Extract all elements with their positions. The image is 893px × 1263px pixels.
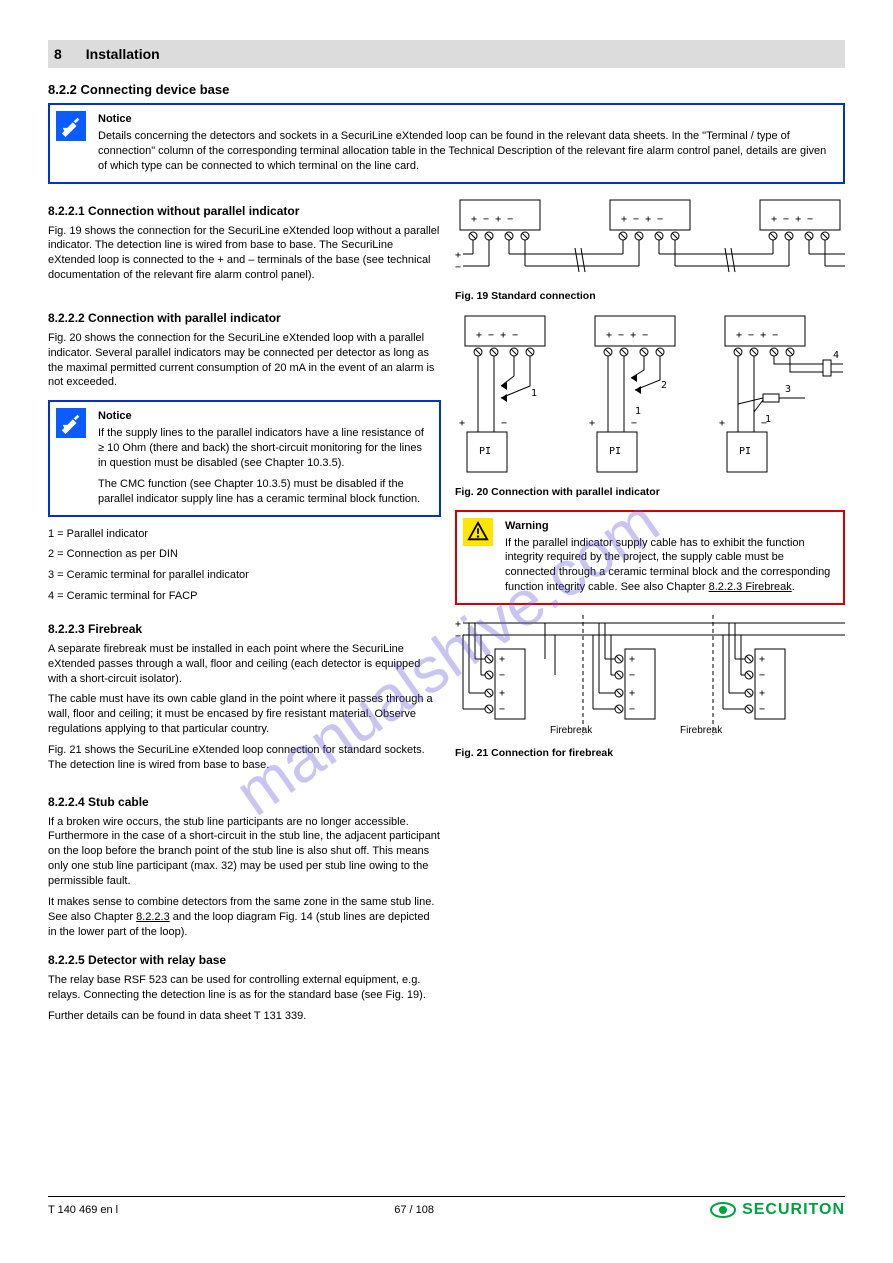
svg-text:1: 1 bbox=[765, 414, 771, 425]
heading-8-2-2-2: 8.2.2.2 Connection with parallel indicat… bbox=[48, 311, 441, 325]
header-section-number: 8 bbox=[54, 46, 62, 62]
svg-text:−: − bbox=[455, 631, 461, 642]
parallel-notice-body-2: The CMC function (see Chapter 10.3.5) mu… bbox=[98, 477, 431, 507]
left-column: 8.2.2.1 Connection without parallel indi… bbox=[48, 198, 441, 1030]
fig20-legend-1: 1 = Parallel indicator bbox=[48, 527, 441, 542]
svg-text:+: + bbox=[719, 418, 725, 429]
footer-left: T 140 469 en l bbox=[48, 1204, 118, 1216]
heading-8-2-2-4: 8.2.2.4 Stub cable bbox=[48, 795, 441, 809]
stub-link[interactable]: 8.2.2.3 bbox=[136, 911, 170, 923]
svg-text:+ − + −: + − + − bbox=[476, 330, 518, 341]
fig20-legend-2: 2 = Connection as per DIN bbox=[48, 547, 441, 562]
svg-text:PI: PI bbox=[479, 446, 491, 457]
header-section-title: Installation bbox=[86, 46, 160, 62]
subsection-heading-8-2-2: 8.2.2 Connecting device base bbox=[48, 82, 845, 97]
footer-logo: SECURITON bbox=[710, 1201, 845, 1219]
warning-body: If the parallel indicator supply cable h… bbox=[505, 536, 835, 595]
eye-icon bbox=[710, 1202, 736, 1218]
svg-text:+: + bbox=[459, 418, 465, 429]
svg-text:+: + bbox=[589, 418, 595, 429]
svg-text:+: + bbox=[455, 250, 461, 261]
notice-icon bbox=[56, 408, 86, 438]
parallel-notice-title: Notice bbox=[98, 410, 431, 422]
svg-text:+: + bbox=[629, 688, 635, 699]
top-notice-title: Notice bbox=[98, 113, 835, 125]
footer-brand: SECURITON bbox=[742, 1201, 845, 1219]
fig21-caption: Fig. 21 Connection for firebreak bbox=[455, 747, 845, 759]
svg-text:1: 1 bbox=[531, 388, 537, 399]
fig19-caption: Fig. 19 Standard connection bbox=[455, 290, 845, 302]
svg-text:3: 3 bbox=[785, 384, 791, 395]
para-conn: Fig. 19 shows the connection for the Sec… bbox=[48, 224, 441, 283]
svg-text:+: + bbox=[499, 654, 505, 665]
svg-text:+ − + −: + − + − bbox=[471, 214, 513, 225]
svg-text:−: − bbox=[759, 670, 765, 681]
para-firebreak-1: A separate firebreak must be installed i… bbox=[48, 642, 441, 687]
para-stub-1: If a broken wire occurs, the stub line p… bbox=[48, 815, 441, 889]
warning-title: Warning bbox=[505, 520, 835, 532]
svg-text:+: + bbox=[455, 619, 461, 630]
svg-text:+: + bbox=[499, 688, 505, 699]
heading-8-2-2-1: 8.2.2.1 Connection without parallel indi… bbox=[48, 204, 441, 218]
para-relay-2: Further details can be found in data she… bbox=[48, 1009, 441, 1024]
parallel-notice-body-1: If the supply lines to the parallel indi… bbox=[98, 426, 431, 471]
para-stub-2: It makes sense to combine detectors from… bbox=[48, 895, 441, 940]
heading-8-2-2-3: 8.2.2.3 Firebreak bbox=[48, 622, 441, 636]
svg-text:+ − + −: + − + − bbox=[771, 214, 813, 225]
svg-text:−: − bbox=[499, 704, 505, 715]
top-notice-body: Details concerning the detectors and soc… bbox=[98, 129, 835, 174]
para-firebreak-2: The cable must have its own cable gland … bbox=[48, 692, 441, 737]
warning-link[interactable]: 8.2.2.3 Firebreak bbox=[709, 581, 792, 593]
svg-text:+: + bbox=[759, 654, 765, 665]
fig20-legend-3: 3 = Ceramic terminal for parallel indica… bbox=[48, 568, 441, 583]
right-column: + − + − + − + − + − + − bbox=[455, 198, 845, 1030]
svg-text:−: − bbox=[455, 262, 461, 273]
parallel-notice-box: Notice If the supply lines to the parall… bbox=[48, 400, 441, 516]
svg-text:−: − bbox=[759, 704, 765, 715]
svg-text:+ − + −: + − + − bbox=[621, 214, 663, 225]
svg-text:2: 2 bbox=[661, 380, 667, 391]
svg-text:PI: PI bbox=[609, 446, 621, 457]
fig21-diagram: +− +−+− bbox=[455, 615, 845, 745]
para-relay-1: The relay base RSF 523 can be used for c… bbox=[48, 973, 441, 1003]
warning-box: Warning If the parallel indicator supply… bbox=[455, 510, 845, 605]
svg-text:−: − bbox=[631, 418, 637, 429]
svg-text:−: − bbox=[501, 418, 507, 429]
svg-text:Firebreak: Firebreak bbox=[680, 725, 723, 736]
fig20-diagram: + − + − PI + − 1 bbox=[455, 314, 845, 484]
svg-text:+: + bbox=[629, 654, 635, 665]
svg-text:4: 4 bbox=[833, 350, 839, 361]
footer: T 140 469 en l 67 / 108 SECURITON bbox=[48, 1196, 845, 1219]
fig20-legend-4: 4 = Ceramic terminal for FACP bbox=[48, 589, 441, 604]
warning-icon bbox=[463, 518, 493, 546]
svg-text:−: − bbox=[629, 670, 635, 681]
svg-text:−: − bbox=[499, 670, 505, 681]
svg-text:PI: PI bbox=[739, 446, 751, 457]
svg-text:1: 1 bbox=[635, 406, 641, 417]
svg-text:Firebreak: Firebreak bbox=[550, 725, 593, 736]
top-notice-box: Notice Details concerning the detectors … bbox=[48, 103, 845, 184]
notice-icon bbox=[56, 111, 86, 141]
svg-text:+ − + −: + − + − bbox=[736, 330, 778, 341]
para-firebreak-3: Fig. 21 shows the SecuriLine eXtended lo… bbox=[48, 743, 441, 773]
fig19-diagram: + − + − + − + − + − + − bbox=[455, 198, 845, 288]
header-bar: 8 Installation bbox=[48, 40, 845, 68]
footer-center: 67 / 108 bbox=[394, 1204, 434, 1216]
para-parallel: Fig. 20 shows the connection for the Sec… bbox=[48, 331, 441, 390]
two-column-layout: 8.2.2.1 Connection without parallel indi… bbox=[48, 198, 845, 1030]
svg-text:−: − bbox=[629, 704, 635, 715]
svg-text:+ − + −: + − + − bbox=[606, 330, 648, 341]
fig20-caption: Fig. 20 Connection with parallel indicat… bbox=[455, 486, 845, 498]
heading-8-2-2-5: 8.2.2.5 Detector with relay base bbox=[48, 953, 441, 967]
svg-text:+: + bbox=[759, 688, 765, 699]
warning-body-suffix: . bbox=[792, 581, 795, 593]
